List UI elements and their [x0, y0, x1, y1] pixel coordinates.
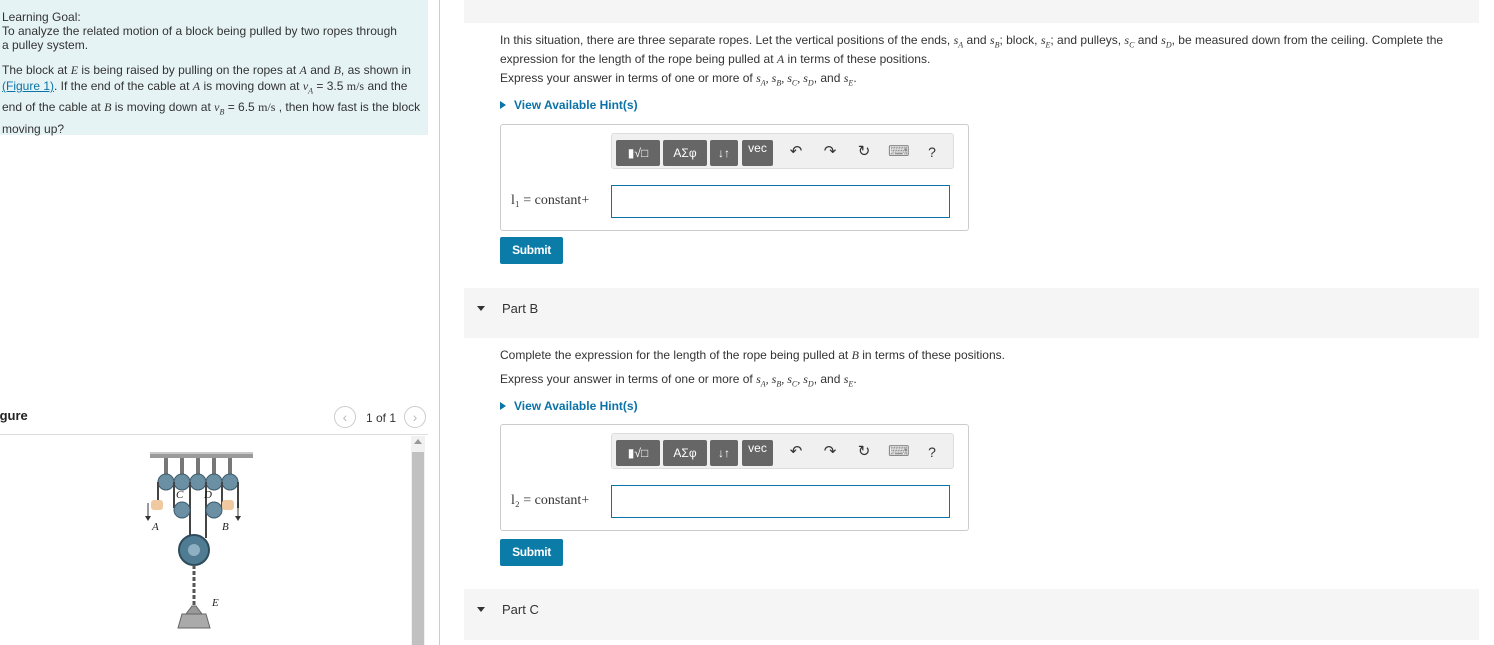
chevron-left-icon: ‹	[342, 409, 348, 425]
scroll-up-arrow-icon[interactable]	[414, 439, 422, 444]
block-E	[177, 613, 211, 629]
pulley-figure: C D A B E	[145, 452, 253, 629]
greek-button[interactable]: ΑΣφ	[663, 140, 707, 166]
part-b-instruction: Express your answer in terms of one or m…	[500, 372, 857, 389]
math-toolbar: ▮√□ ΑΣφ ↓↑ vec ↶ ↷ ↻ ⌨ ?	[611, 433, 954, 469]
problem-text: . If the end of the cable at	[54, 79, 193, 93]
unit: m/s	[258, 100, 276, 115]
part-b-header-band[interactable]	[464, 288, 1479, 338]
undo-icon[interactable]: ↶	[786, 142, 806, 162]
learning-goal-title: Learning Goal:	[2, 10, 81, 24]
pulley-C	[173, 501, 191, 519]
next-figure-button[interactable]: ›	[404, 406, 426, 428]
answer-input-l1[interactable]	[611, 185, 950, 218]
figure-link[interactable]: (Figure 1)	[2, 79, 54, 93]
pulley-upper	[221, 473, 239, 491]
label-C: C	[176, 489, 184, 501]
vec-button[interactable]: vec	[742, 140, 773, 166]
pulley-upper	[189, 473, 207, 491]
answer-input-l2[interactable]	[611, 485, 950, 518]
caret-right-icon	[500, 402, 506, 410]
learning-goal-panel: Learning Goal: To analyze the related mo…	[0, 0, 428, 137]
hand-A	[151, 500, 163, 510]
label-A: A	[151, 521, 159, 533]
part-b-question: Complete the expression for the length o…	[500, 348, 1005, 362]
pulley-upper	[205, 473, 223, 491]
problem-statement: The block at E is being raised by pullin…	[2, 62, 422, 137]
figure-header: igure ‹ 1 of 1 ›	[0, 405, 428, 435]
symbol-A: A	[299, 63, 307, 77]
templates-button[interactable]: ▮√□	[616, 140, 660, 166]
greek-button[interactable]: ΑΣφ	[663, 440, 707, 466]
undo-icon[interactable]: ↶	[786, 442, 806, 462]
keyboard-icon[interactable]: ⌨	[888, 142, 910, 162]
arrows-button[interactable]: ↓↑	[710, 440, 738, 466]
templates-button[interactable]: ▮√□	[616, 440, 660, 466]
problem-text: is moving down at	[200, 79, 303, 93]
label-D: D	[203, 489, 212, 501]
answer-label-l1: l₁ = constant+	[511, 193, 590, 208]
label-E: E	[211, 597, 219, 609]
label-B: B	[222, 521, 229, 533]
learning-goal-text: To analyze the related motion of a block…	[2, 24, 397, 52]
help-icon[interactable]: ?	[922, 442, 942, 462]
part-a-submit-button[interactable]: Submit	[500, 237, 563, 264]
problem-text: and	[306, 63, 334, 77]
symbol-B: B	[333, 63, 341, 77]
part-c-header-band[interactable]	[464, 589, 1479, 640]
arrows-button[interactable]: ↓↑	[710, 140, 738, 166]
symbol-E: E	[70, 63, 79, 77]
part-b-hint-link[interactable]: View Available Hint(s)	[500, 399, 638, 413]
velocity-value: = 6.5	[224, 100, 259, 115]
problem-text: , as shown in	[340, 63, 411, 77]
problem-text: is being raised by pulling on the ropes …	[78, 63, 300, 77]
panel-divider	[439, 0, 440, 645]
math-toolbar: ▮√□ ΑΣφ ↓↑ vec ↶ ↷ ↻ ⌨ ?	[611, 133, 954, 169]
answer-label-l2: l₂ = constant+	[511, 493, 590, 508]
figure-scrollbar[interactable]	[411, 436, 425, 645]
caret-down-icon	[477, 306, 485, 311]
unit: m/s	[346, 79, 365, 93]
part-a-answer-box: ▮√□ ΑΣφ ↓↑ vec ↶ ↷ ↻ ⌨ ? l₁ = constant+	[500, 124, 969, 231]
part-c-title[interactable]: Part C	[502, 602, 539, 617]
pulley-upper	[157, 473, 175, 491]
part-b-title[interactable]: Part B	[502, 301, 538, 316]
velocity-value: = 3.5	[313, 79, 347, 93]
problem-text: The block at	[2, 63, 71, 77]
caret-down-icon	[477, 607, 485, 612]
pulley-upper	[173, 473, 191, 491]
figure-title: igure	[0, 408, 28, 423]
velocity-vA: vA	[302, 79, 314, 96]
reset-icon[interactable]: ↻	[854, 142, 874, 162]
vec-button[interactable]: vec	[742, 440, 773, 466]
redo-icon[interactable]: ↷	[820, 442, 840, 462]
part-a-instruction: Express your answer in terms of one or m…	[500, 71, 857, 88]
problem-text: is moving down at	[111, 100, 215, 115]
hand-B	[222, 500, 234, 510]
chevron-right-icon: ›	[412, 409, 418, 425]
keyboard-icon[interactable]: ⌨	[888, 442, 910, 462]
part-a-hint-link[interactable]: View Available Hint(s)	[500, 98, 638, 112]
velocity-vB: vB	[214, 100, 225, 117]
redo-icon[interactable]: ↷	[820, 142, 840, 162]
reset-icon[interactable]: ↻	[854, 442, 874, 462]
scroll-thumb[interactable]	[412, 452, 424, 645]
part-a-header-band	[464, 0, 1479, 23]
part-a-question: In this situation, there are three separ…	[500, 33, 1444, 67]
help-icon[interactable]: ?	[922, 142, 942, 162]
part-b-answer-box: ▮√□ ΑΣφ ↓↑ vec ↶ ↷ ↻ ⌨ ? l₂ = constant+	[500, 424, 969, 531]
pulley-D	[205, 501, 223, 519]
part-b-submit-button[interactable]: Submit	[500, 539, 563, 566]
prev-figure-button[interactable]: ‹	[334, 406, 356, 428]
figure-count: 1 of 1	[366, 411, 397, 425]
caret-right-icon	[500, 101, 506, 109]
